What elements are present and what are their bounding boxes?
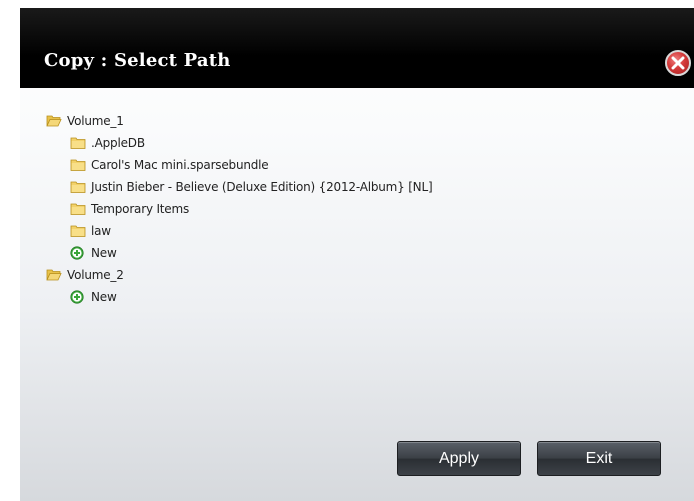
tree-node-volume-1[interactable]: Volume_1	[46, 112, 124, 130]
add-icon	[70, 290, 84, 304]
close-button[interactable]	[665, 50, 691, 76]
dialog-titlebar: Copy : Select Path	[20, 8, 694, 88]
close-icon	[671, 56, 685, 70]
tree-node-folder[interactable]: .AppleDB	[70, 134, 145, 152]
tree-node-label: law	[91, 224, 111, 238]
tree-node-folder[interactable]: Justin Bieber - Believe (Deluxe Edition)…	[70, 178, 433, 196]
tree-node-volume-2[interactable]: Volume_2	[46, 266, 124, 284]
exit-button[interactable]: Exit	[537, 441, 661, 476]
tree-node-label: Volume_2	[67, 268, 124, 282]
dialog-title: Copy : Select Path	[44, 50, 231, 71]
tree-node-folder[interactable]: Carol's Mac mini.sparsebundle	[70, 156, 269, 174]
tree-node-new-folder[interactable]: New	[70, 288, 117, 306]
add-icon	[70, 246, 84, 260]
folder-icon	[70, 225, 86, 237]
tree-node-folder[interactable]: law	[70, 222, 111, 240]
apply-button[interactable]: Apply	[397, 441, 521, 476]
tree-node-new-folder[interactable]: New	[70, 244, 117, 262]
tree-node-label: New	[91, 246, 117, 260]
open-folder-icon	[46, 269, 62, 281]
tree-node-label: New	[91, 290, 117, 304]
tree-node-label: Carol's Mac mini.sparsebundle	[91, 158, 269, 172]
folder-icon	[70, 137, 86, 149]
folder-icon	[70, 203, 86, 215]
copy-select-path-dialog: Copy : Select Path Volume_1 .AppleDB Car…	[20, 8, 694, 501]
tree-node-folder[interactable]: Temporary Items	[70, 200, 189, 218]
tree-node-label: Temporary Items	[91, 202, 190, 216]
folder-icon	[70, 181, 86, 193]
tree-node-label: Justin Bieber - Believe (Deluxe Edition)…	[91, 180, 433, 194]
open-folder-icon	[46, 115, 62, 127]
tree-node-label: .AppleDB	[91, 136, 145, 150]
folder-icon	[70, 159, 86, 171]
tree-node-label: Volume_1	[67, 114, 124, 128]
